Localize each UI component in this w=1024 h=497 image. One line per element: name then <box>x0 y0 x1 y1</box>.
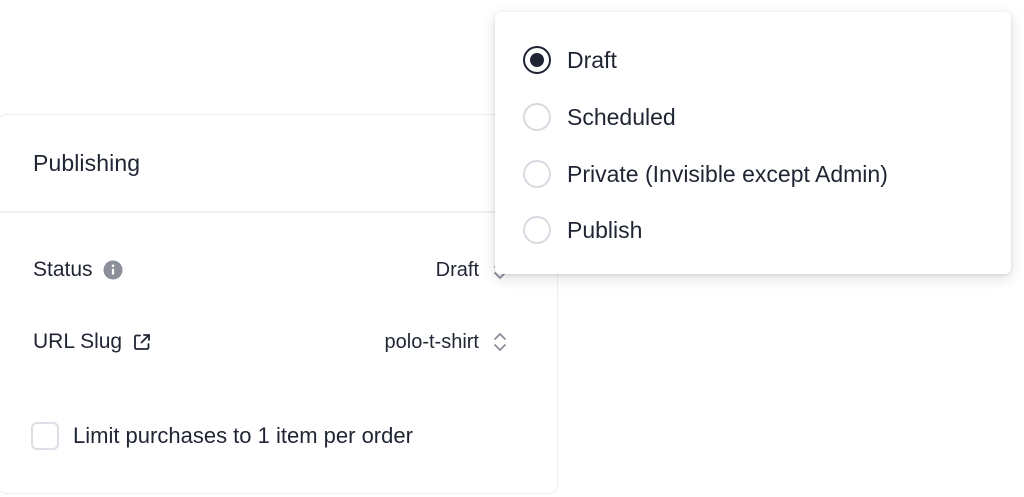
radio-checked-icon[interactable] <box>523 46 551 74</box>
status-dropdown-menu: Draft Scheduled Private (Invisible excep… <box>495 12 1011 274</box>
publishing-card: Publishing Status Draft URL Slug polo-t-… <box>0 114 558 494</box>
publishing-screen: Publishing Status Draft URL Slug polo-t-… <box>0 0 1024 497</box>
publishing-title: Publishing <box>33 149 141 176</box>
status-option-publish[interactable]: Publish <box>523 213 642 247</box>
radio-unchecked-icon[interactable] <box>523 160 551 188</box>
info-icon[interactable] <box>103 260 123 280</box>
url-slug-value: polo-t-shirt <box>384 330 479 353</box>
status-label: Status <box>33 258 93 281</box>
limit-purchases-row[interactable]: Limit purchases to 1 item per order <box>31 422 413 450</box>
external-link-icon[interactable] <box>132 332 152 352</box>
url-slug-select[interactable]: polo-t-shirt <box>385 331 507 354</box>
url-slug-row: URL Slug polo-t-shirt <box>33 327 507 357</box>
radio-unchecked-icon[interactable] <box>523 103 551 131</box>
status-option-label: Private (Invisible except Admin) <box>567 160 888 187</box>
limit-purchases-label: Limit purchases to 1 item per order <box>73 423 413 448</box>
chevron-up-down-icon <box>493 331 507 353</box>
status-option-label: Scheduled <box>567 103 676 130</box>
radio-unchecked-icon[interactable] <box>523 216 551 244</box>
status-row: Status Draft <box>33 255 507 285</box>
url-slug-label: URL Slug <box>33 330 123 353</box>
limit-purchases-checkbox[interactable] <box>31 422 59 450</box>
publishing-card-header: Publishing <box>0 115 557 213</box>
status-option-private[interactable]: Private (Invisible except Admin) <box>523 157 888 191</box>
url-slug-label-group: URL Slug <box>33 330 152 354</box>
status-value: Draft <box>435 258 479 281</box>
status-option-draft[interactable]: Draft <box>523 43 617 77</box>
status-option-scheduled[interactable]: Scheduled <box>523 100 676 134</box>
status-label-group: Status <box>33 258 123 282</box>
status-option-label: Draft <box>567 46 617 73</box>
status-option-label: Publish <box>567 216 643 243</box>
